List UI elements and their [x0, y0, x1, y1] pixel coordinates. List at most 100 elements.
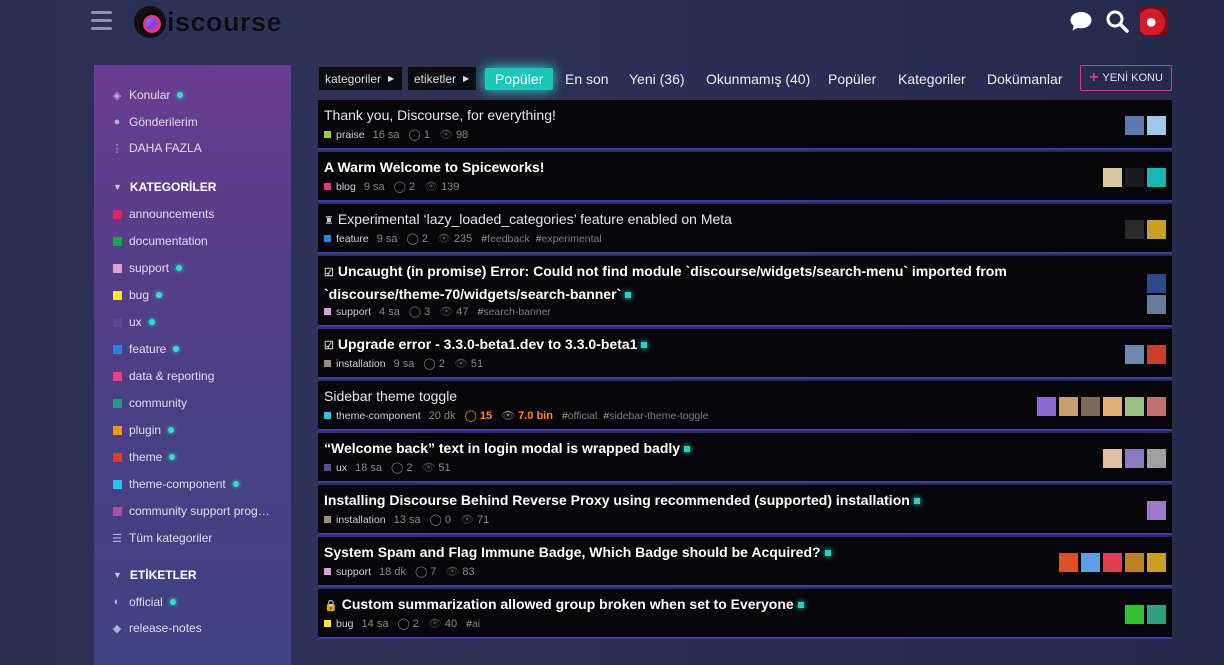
topic-title[interactable]: ☑ Upgrade error - 3.3.0-beta1.dev to 3.3.… — [324, 334, 1044, 357]
poster-avatar[interactable] — [1147, 501, 1166, 520]
topic-tag[interactable]: #experimental — [536, 233, 602, 245]
tab-unread[interactable]: Okunmamış (40) — [706, 68, 810, 90]
categories-dropdown[interactable]: kategoriler ▶ — [318, 66, 403, 91]
topic-category-link[interactable]: support — [336, 566, 371, 578]
poster-avatar[interactable] — [1059, 553, 1078, 572]
tab-docs[interactable]: Dokümanlar — [987, 68, 1062, 90]
search-icon[interactable] — [1104, 8, 1130, 34]
topic-age[interactable]: 16 sa — [373, 129, 400, 141]
topic-category-link[interactable]: ux — [336, 462, 347, 474]
topic-title[interactable]: System Spam and Flag Immune Badge, Which… — [324, 542, 1044, 563]
poster-avatar[interactable] — [1147, 220, 1166, 239]
tab-latest[interactable]: En son — [565, 68, 609, 90]
sidebar-item-category[interactable]: community support prog… — [94, 500, 291, 522]
topic-category-link[interactable]: blog — [336, 181, 356, 193]
topic-category-link[interactable]: bug — [336, 618, 354, 630]
topic-title[interactable]: ☑ Uncaught (in promise) Error: Could not … — [324, 261, 1044, 305]
topic-row[interactable]: ♜ Experimental ‘lazy_loaded_categories’ f… — [318, 204, 1172, 254]
poster-avatar[interactable] — [1081, 397, 1100, 416]
poster-avatar[interactable] — [1059, 397, 1078, 416]
topic-tag[interactable]: #sidebar-theme-toggle — [603, 410, 708, 422]
topic-age[interactable]: 14 sa — [362, 618, 389, 630]
poster-avatar[interactable] — [1125, 553, 1144, 572]
poster-avatar[interactable] — [1147, 168, 1166, 187]
sidebar-item-category[interactable]: community — [94, 392, 291, 414]
poster-avatar[interactable] — [1125, 397, 1144, 416]
topic-tag[interactable]: #official — [562, 410, 597, 422]
sidebar-item-category[interactable]: ux — [94, 311, 291, 333]
topic-tag[interactable]: #search-banner — [477, 306, 551, 318]
topic-age[interactable]: 13 sa — [394, 514, 421, 526]
chat-icon[interactable] — [1068, 8, 1094, 34]
poster-avatar[interactable] — [1103, 168, 1122, 187]
poster-avatar[interactable] — [1103, 449, 1122, 468]
sidebar-item-tag-release-notes[interactable]: ◆ release-notes — [94, 617, 291, 639]
sidebar-item-category[interactable]: ☰ Tüm kategoriler — [94, 527, 291, 549]
poster-avatar[interactable] — [1125, 345, 1144, 364]
sidebar-item-category[interactable]: announcements — [94, 203, 291, 225]
topic-title[interactable]: “Welcome back” text in login modal is wr… — [324, 438, 1044, 459]
poster-avatar[interactable] — [1125, 220, 1144, 239]
sidebar-item-category[interactable]: theme-component — [94, 473, 291, 495]
poster-avatar[interactable] — [1147, 116, 1166, 135]
sidebar-item-category[interactable]: bug — [94, 284, 291, 306]
topic-category-link[interactable]: support — [336, 306, 371, 318]
topic-age[interactable]: 18 sa — [355, 462, 382, 474]
topic-age[interactable]: 4 sa — [379, 306, 400, 318]
poster-avatar[interactable] — [1125, 605, 1144, 624]
tags-dropdown[interactable]: etiketler ▶ — [407, 66, 477, 91]
topic-title[interactable]: Sidebar theme toggle — [324, 386, 1044, 407]
poster-avatar[interactable] — [1081, 553, 1100, 572]
sidebar-section-tags[interactable]: ▼ ETİKETLER — [94, 564, 197, 586]
sidebar-item-my-posts[interactable]: ● Gönderilerim — [94, 111, 291, 133]
topic-age[interactable]: 20 dk — [429, 410, 456, 422]
topic-row[interactable]: 🔒 Custom summarization allowed group brok… — [318, 589, 1172, 639]
sidebar-item-category[interactable]: plugin — [94, 419, 291, 441]
topic-title[interactable]: Installing Discourse Behind Reverse Prox… — [324, 490, 1044, 511]
topic-row[interactable]: “Welcome back” text in login modal is wr… — [318, 433, 1172, 483]
topic-title[interactable]: ♜ Experimental ‘lazy_loaded_categories’ f… — [324, 209, 1044, 232]
sidebar-item-topics[interactable]: ◈ Konular — [94, 84, 291, 106]
topic-row[interactable]: ☑ Upgrade error - 3.3.0-beta1.dev to 3.3.… — [318, 329, 1172, 379]
topic-row[interactable]: Sidebar theme toggle theme-component 20 dk… — [318, 381, 1172, 431]
topic-category-link[interactable]: installation — [336, 514, 386, 526]
topic-row[interactable]: System Spam and Flag Immune Badge, Which… — [318, 537, 1172, 587]
topic-age[interactable]: 9 sa — [364, 181, 385, 193]
poster-avatar[interactable] — [1147, 345, 1166, 364]
hamburger-menu-icon[interactable] — [91, 11, 112, 31]
poster-avatar[interactable] — [1125, 116, 1144, 135]
poster-avatar[interactable] — [1147, 397, 1166, 416]
tab-categories[interactable]: Kategoriler — [898, 68, 966, 90]
sidebar-item-category[interactable]: documentation — [94, 230, 291, 252]
sidebar-section-categories[interactable]: ▼ KATEGORİLER — [94, 176, 216, 198]
site-logo[interactable]: iscourse — [134, 4, 282, 40]
topic-row[interactable]: ☑ Uncaught (in promise) Error: Could not … — [318, 256, 1172, 327]
poster-avatar[interactable] — [1147, 274, 1166, 293]
poster-avatar[interactable] — [1125, 168, 1144, 187]
topic-tag[interactable]: #ai — [466, 618, 480, 630]
poster-avatar[interactable] — [1103, 397, 1122, 416]
topic-category-link[interactable]: installation — [336, 358, 386, 370]
topic-row[interactable]: Installing Discourse Behind Reverse Prox… — [318, 485, 1172, 535]
topic-row[interactable]: A Warm Welcome to Spiceworks! blog 9 sa ◯ 2 👁… — [318, 152, 1172, 202]
sidebar-item-category[interactable]: theme — [94, 446, 291, 468]
tab-popular[interactable]: Popüler — [828, 68, 876, 90]
topic-title[interactable]: 🔒 Custom summarization allowed group brok… — [324, 594, 1044, 617]
sidebar-item-more[interactable]: ⋮ DAHA FAZLA — [94, 137, 291, 159]
tab-new[interactable]: Yeni (36) — [629, 68, 685, 90]
topic-age[interactable]: 18 dk — [379, 566, 406, 578]
poster-avatar[interactable] — [1037, 397, 1056, 416]
sidebar-item-category[interactable]: feature — [94, 338, 291, 360]
poster-avatar[interactable] — [1147, 295, 1166, 314]
sidebar-item-category[interactable]: support — [94, 257, 291, 279]
tab-popular-active[interactable]: Popüler — [485, 68, 554, 90]
poster-avatar[interactable] — [1147, 449, 1166, 468]
poster-avatar[interactable] — [1125, 449, 1144, 468]
topic-title[interactable]: Thank you, Discourse, for everything! — [324, 105, 1044, 126]
poster-avatar[interactable] — [1103, 553, 1122, 572]
sidebar-item-tag-official[interactable]: ◐ official — [94, 591, 291, 613]
topic-category-link[interactable]: theme-component — [336, 410, 421, 422]
topic-row[interactable]: Thank you, Discourse, for everything! pra… — [318, 100, 1172, 150]
topic-age[interactable]: 9 sa — [394, 358, 415, 370]
topic-tag[interactable]: #feedback — [481, 233, 529, 245]
